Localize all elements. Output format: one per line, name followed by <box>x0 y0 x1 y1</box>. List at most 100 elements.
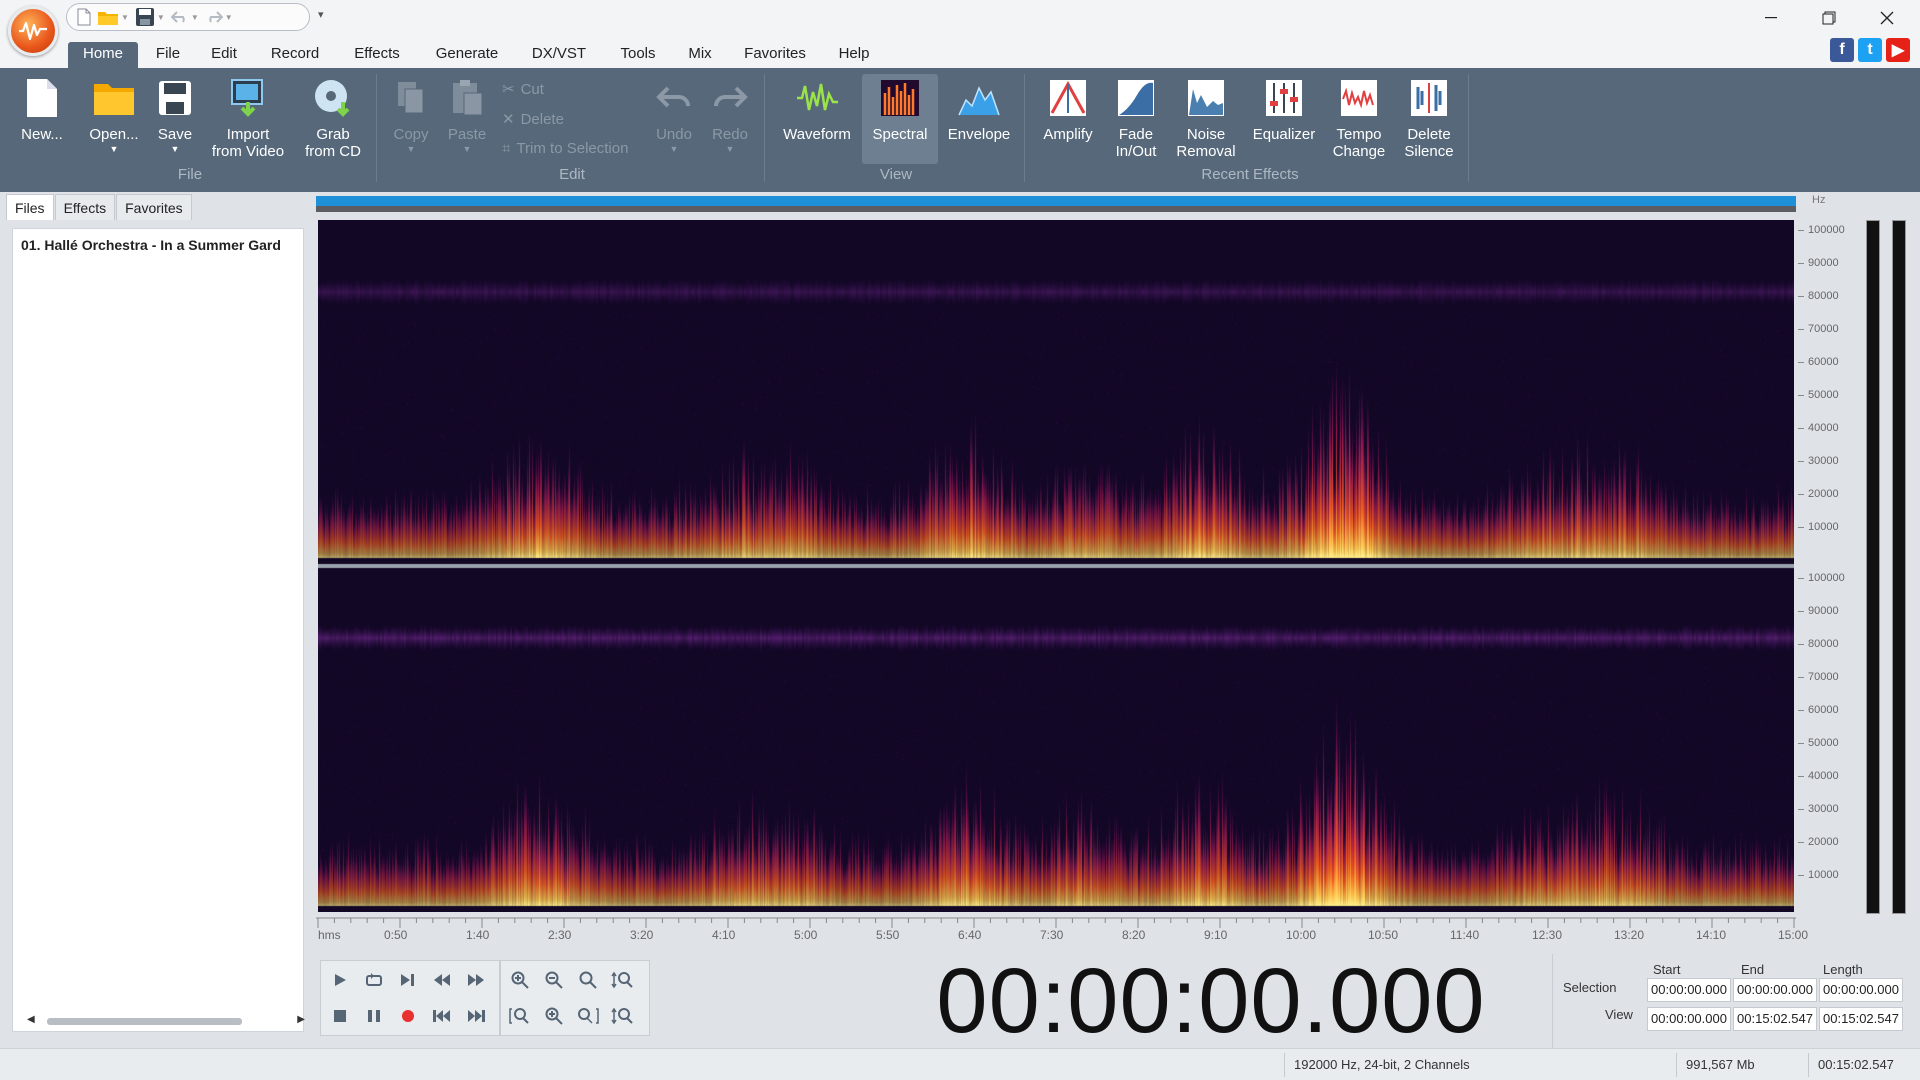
delete-silence-button[interactable]: Delete Silence <box>1398 76 1460 176</box>
record-icon[interactable] <box>393 1001 423 1031</box>
grab-cd-label-1: Grab <box>316 126 350 143</box>
scroll-left-icon[interactable]: ◀ <box>27 1014 35 1025</box>
spectrogram-editor[interactable]: Hz 100000 90000 80000 70000 60000 50000 40000 3… <box>316 192 1920 954</box>
zoom-vertical-out-icon[interactable] <box>607 1001 637 1031</box>
cut-button[interactable]: ✂ Cut <box>502 80 544 99</box>
view-start-field[interactable]: 00:00:00.000 <box>1647 1007 1731 1031</box>
minimize-button[interactable] <box>1742 0 1800 36</box>
pause-icon[interactable] <box>359 1001 389 1031</box>
frequency-tick-mark <box>1798 461 1804 462</box>
amplify-button[interactable]: Amplify <box>1036 76 1100 176</box>
tab-favorites[interactable]: Favorites <box>738 42 812 68</box>
zoom-vertical-in-icon[interactable] <box>607 965 637 995</box>
folder-icon[interactable]: ▼ <box>97 6 129 28</box>
twitter-icon[interactable]: t <box>1858 38 1882 62</box>
spectrogram-display[interactable] <box>318 220 1794 912</box>
tab-generate[interactable]: Generate <box>430 42 504 68</box>
rewind-icon[interactable] <box>427 965 457 995</box>
zoom-selection-icon[interactable] <box>505 1001 535 1031</box>
overview-bar[interactable] <box>316 206 1796 212</box>
start-header: Start <box>1653 962 1681 977</box>
loop-icon[interactable] <box>359 965 389 995</box>
scrollbar-thumb[interactable] <box>47 1018 242 1025</box>
tab-edit[interactable]: Edit <box>206 42 242 68</box>
sidebar-tab-favorites[interactable]: Favorites <box>116 194 192 220</box>
new-doc-icon[interactable] <box>77 6 91 28</box>
trim-to-selection-button[interactable]: ⌗ Trim to Selection <box>502 140 628 157</box>
envelope-button[interactable]: Envelope <box>944 76 1014 176</box>
sidebar-tab-effects[interactable]: Effects <box>54 194 116 220</box>
zoom-to-end-icon[interactable] <box>573 1001 603 1031</box>
customize-toolbar-icon[interactable]: ▾ <box>318 8 324 21</box>
undo-icon[interactable]: ▼ <box>170 6 199 28</box>
skip-to-end-icon[interactable] <box>461 1001 491 1031</box>
folder-icon <box>92 76 136 120</box>
paste-button-label: Paste <box>447 126 487 143</box>
play-icon[interactable] <box>325 965 355 995</box>
selection-length-field[interactable]: 00:00:00.000 <box>1819 978 1903 1002</box>
horizontal-scrollbar[interactable]: ◀ ▶ <box>25 1011 305 1031</box>
app-logo-icon[interactable] <box>8 6 58 56</box>
play-to-end-icon[interactable] <box>393 965 423 995</box>
frequency-tick-label: 20000 <box>1808 488 1839 500</box>
equalizer-button[interactable]: Equalizer <box>1248 76 1320 176</box>
tab-effects[interactable]: Effects <box>346 42 408 68</box>
tab-tools[interactable]: Tools <box>614 42 662 68</box>
youtube-icon[interactable]: ▶ <box>1886 38 1910 62</box>
noise-removal-button[interactable]: Noise Removal <box>1172 76 1240 176</box>
status-divider <box>1676 1053 1677 1077</box>
delete-button-label: Delete <box>520 110 564 128</box>
undo-icon <box>652 76 696 120</box>
tab-dxvst[interactable]: DX/VST <box>526 42 592 68</box>
sidebar-tab-files[interactable]: Files <box>6 194 54 220</box>
tab-mix[interactable]: Mix <box>684 42 716 68</box>
selection-end-field[interactable]: 00:00:00.000 <box>1733 978 1817 1002</box>
redo-button[interactable]: Redo ▼ <box>708 76 752 176</box>
save-icon[interactable]: ▼ <box>135 6 165 28</box>
tab-help[interactable]: Help <box>834 42 874 68</box>
zoom-in-selection-icon[interactable] <box>539 1001 569 1031</box>
redo-icon[interactable]: ▼ <box>205 6 233 28</box>
facebook-icon[interactable]: f <box>1830 38 1854 62</box>
delete-button[interactable]: ✕ Delete <box>502 110 564 129</box>
tab-home[interactable]: Home <box>68 42 138 68</box>
time-tick-label: 0:50 <box>384 928 408 942</box>
zoom-full-icon[interactable] <box>573 965 603 995</box>
spectral-button[interactable]: Spectral <box>862 74 938 164</box>
grab-from-cd-button[interactable]: Grab from CD <box>298 76 368 176</box>
undo-button[interactable]: Undo ▼ <box>652 76 696 176</box>
zoom-in-icon[interactable] <box>505 965 535 995</box>
duration-status: 00:15:02.547 <box>1818 1057 1894 1072</box>
selection-bar[interactable] <box>316 196 1796 206</box>
scroll-right-icon[interactable]: ▶ <box>297 1014 305 1025</box>
frequency-tick-label: 30000 <box>1808 455 1839 467</box>
waveform-button[interactable]: Waveform <box>776 76 858 176</box>
tempo-change-button[interactable]: Tempo Change <box>1328 76 1390 176</box>
audio-format-status: 192000 Hz, 24-bit, 2 Channels <box>1294 1057 1470 1072</box>
level-meter-left <box>1866 220 1880 914</box>
file-list-item[interactable]: 01. Hallé Orchestra - In a Summer Gard <box>21 237 303 253</box>
time-tick-label: 1:40 <box>466 928 490 942</box>
fade-in-out-button[interactable]: Fade In/Out <box>1106 76 1166 176</box>
open-button[interactable]: Open... ▼ <box>82 76 146 176</box>
restore-button[interactable] <box>1800 0 1858 36</box>
new-button[interactable]: New... <box>14 76 70 176</box>
save-button[interactable]: Save ▼ <box>152 76 198 176</box>
view-length-field[interactable]: 00:15:02.547 <box>1819 1007 1903 1031</box>
tab-file[interactable]: File <box>150 42 186 68</box>
time-tick-label: 5:00 <box>794 928 818 942</box>
skip-to-start-icon[interactable] <box>427 1001 457 1031</box>
time-tick-label: 9:10 <box>1204 928 1228 942</box>
stop-icon[interactable] <box>325 1001 355 1031</box>
close-button[interactable] <box>1858 0 1916 36</box>
redo-icon <box>708 76 752 120</box>
paste-button[interactable]: Paste ▼ <box>444 76 490 176</box>
tab-record[interactable]: Record <box>266 42 324 68</box>
view-end-field[interactable]: 00:15:02.547 <box>1733 1007 1817 1031</box>
selection-start-field[interactable]: 00:00:00.000 <box>1647 978 1731 1002</box>
fast-forward-icon[interactable] <box>461 965 491 995</box>
import-from-video-button[interactable]: Import from Video <box>208 76 288 176</box>
copy-button[interactable]: Copy ▼ <box>390 76 432 176</box>
ribbon-divider <box>376 74 377 182</box>
zoom-out-icon[interactable] <box>539 965 569 995</box>
